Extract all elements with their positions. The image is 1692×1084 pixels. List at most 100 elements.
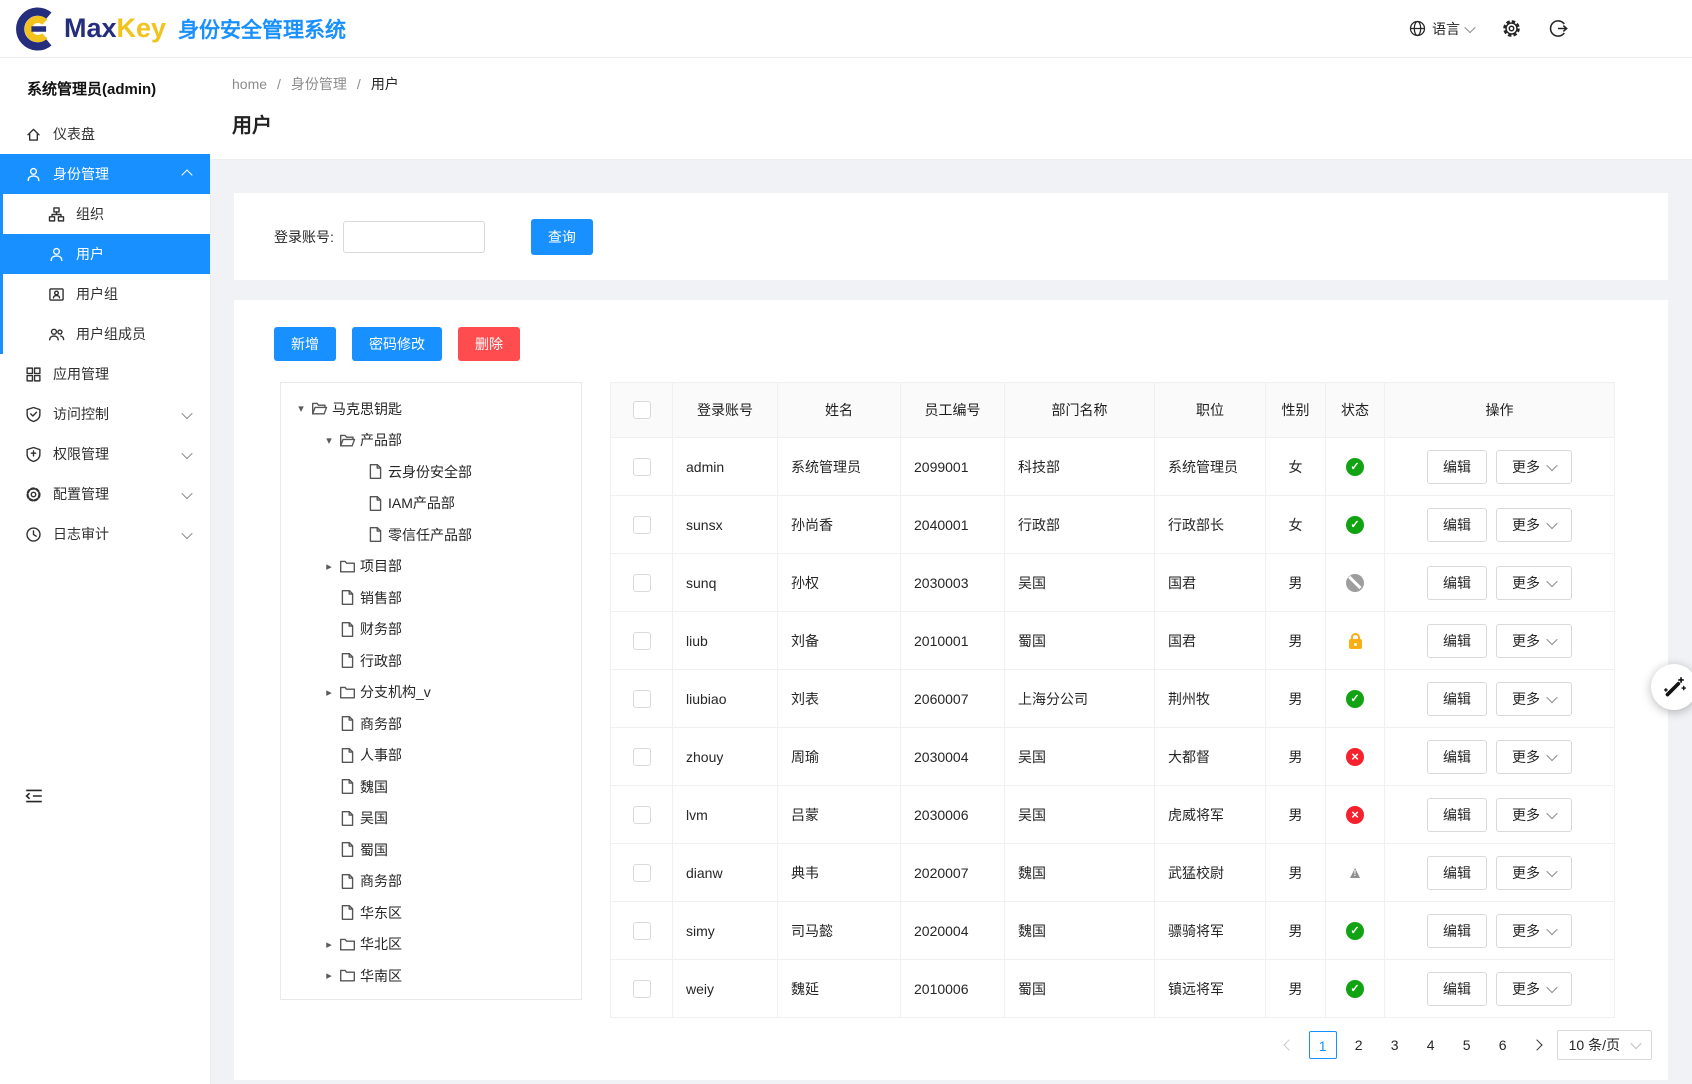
pagination-page-3[interactable]: 3 <box>1381 1031 1409 1059</box>
row-checkbox[interactable] <box>633 748 651 766</box>
edit-button[interactable]: 编辑 <box>1427 798 1487 832</box>
tree-node[interactable]: 蜀国 <box>281 834 581 866</box>
language-menu[interactable]: 语言 <box>1409 19 1474 39</box>
tree-node[interactable]: 零信任产品部 <box>281 519 581 551</box>
tree-node[interactable]: ▾ 产品部 <box>281 425 581 457</box>
row-checkbox[interactable] <box>633 632 651 650</box>
login-account-input[interactable] <box>343 221 485 253</box>
tree-node[interactable]: 魏国 <box>281 771 581 803</box>
sidebar-item-group-members[interactable]: 用户组成员 <box>3 314 210 354</box>
safety-icon <box>25 406 42 423</box>
edit-button[interactable]: 编辑 <box>1427 508 1487 542</box>
more-button[interactable]: 更多 <box>1496 972 1572 1006</box>
tree-node[interactable]: 销售部 <box>281 582 581 614</box>
pagination-prev-icon[interactable] <box>1277 1031 1301 1059</box>
edit-button[interactable]: 编辑 <box>1427 566 1487 600</box>
tree-node[interactable]: 华东区 <box>281 897 581 929</box>
tree-caret-icon[interactable]: ▸ <box>319 560 339 573</box>
tree-node[interactable]: ▸ 分支机构_v <box>281 677 581 709</box>
chevron-down-icon <box>1546 691 1557 702</box>
row-checkbox[interactable] <box>633 922 651 940</box>
sidebar-item-audit[interactable]: 日志审计 <box>0 514 210 554</box>
login-account-cell: sunq <box>673 554 778 612</box>
tree-node[interactable]: 财务部 <box>281 614 581 646</box>
tree-node[interactable]: 商务部 <box>281 866 581 898</box>
more-button[interactable]: 更多 <box>1496 914 1572 948</box>
row-checkbox[interactable] <box>633 806 651 824</box>
tree-node[interactable]: 商务部 <box>281 708 581 740</box>
edit-button[interactable]: 编辑 <box>1427 856 1487 890</box>
pagination-page-6[interactable]: 6 <box>1489 1031 1517 1059</box>
edit-button[interactable]: 编辑 <box>1427 914 1487 948</box>
edit-button[interactable]: 编辑 <box>1427 450 1487 484</box>
name-cell: 孙尚香 <box>778 496 901 554</box>
tree-caret-icon[interactable]: ▸ <box>319 969 339 982</box>
sidebar-item-permissions[interactable]: 权限管理 <box>0 434 210 474</box>
tree-node[interactable]: 云身份安全部 <box>281 456 581 488</box>
more-button[interactable]: 更多 <box>1496 450 1572 484</box>
add-button[interactable]: 新增 <box>274 327 336 361</box>
row-checkbox[interactable] <box>633 980 651 998</box>
edit-button[interactable]: 编辑 <box>1427 972 1487 1006</box>
row-checkbox[interactable] <box>633 458 651 476</box>
content-header: home/ 身份管理/ 用户 用户 <box>210 57 1692 160</box>
tree-node[interactable]: ▾ 马克思钥匙 <box>281 393 581 425</box>
row-checkbox[interactable] <box>633 516 651 534</box>
sidebar-item-dashboard[interactable]: 仪表盘 <box>0 114 210 154</box>
job-title-cell: 系统管理员 <box>1155 438 1266 496</box>
sidebar-item-organization[interactable]: 组织 <box>3 194 210 234</box>
more-button[interactable]: 更多 <box>1496 798 1572 832</box>
sidebar-item-users[interactable]: 用户 <box>3 234 210 274</box>
tree-caret-icon[interactable]: ▸ <box>319 686 339 699</box>
row-checkbox[interactable] <box>633 864 651 882</box>
more-button[interactable]: 更多 <box>1496 566 1572 600</box>
sidebar-item-apps[interactable]: 应用管理 <box>0 354 210 394</box>
tree-caret-icon[interactable]: ▾ <box>291 402 311 415</box>
employee-id-cell: 2010001 <box>901 612 1005 670</box>
pagination-page-1[interactable]: 1 <box>1309 1031 1337 1059</box>
edit-button[interactable]: 编辑 <box>1427 740 1487 774</box>
pagination-page-5[interactable]: 5 <box>1453 1031 1481 1059</box>
tree-node[interactable]: IAM产品部 <box>281 488 581 520</box>
pagination-page-2[interactable]: 2 <box>1345 1031 1373 1059</box>
delete-button[interactable]: 删除 <box>458 327 520 361</box>
tree-node[interactable]: ▸ 华北区 <box>281 929 581 961</box>
breadcrumb-home[interactable]: home <box>232 76 267 92</box>
user-list-panel: 新增 密码修改 删除 ▾ 马克思钥匙 ▾ 产品部 云身份安全部 IAM产品部 零… <box>234 300 1668 1080</box>
employee-id-cell: 2099001 <box>901 438 1005 496</box>
name-cell: 孙权 <box>778 554 901 612</box>
query-button[interactable]: 查询 <box>531 219 593 255</box>
breadcrumb-identity[interactable]: 身份管理 <box>291 74 347 94</box>
sidebar-item-configuration[interactable]: 配置管理 <box>0 474 210 514</box>
row-checkbox[interactable] <box>633 574 651 592</box>
sidebar-item-identity[interactable]: 身份管理 <box>3 154 210 194</box>
row-checkbox[interactable] <box>633 690 651 708</box>
tree-caret-icon[interactable]: ▾ <box>319 434 339 447</box>
tree-caret-icon[interactable]: ▸ <box>319 938 339 951</box>
sidebar-item-user-groups[interactable]: 用户组 <box>3 274 210 314</box>
settings-gear-icon[interactable] <box>1502 19 1521 38</box>
more-button[interactable]: 更多 <box>1496 508 1572 542</box>
tree-node[interactable]: 吴国 <box>281 803 581 835</box>
tree-node[interactable]: ▸ 项目部 <box>281 551 581 583</box>
select-all-checkbox[interactable] <box>633 401 651 419</box>
tree-node[interactable]: 人事部 <box>281 740 581 772</box>
more-button[interactable]: 更多 <box>1496 624 1572 658</box>
tree-node[interactable]: ▸ 华南区 <box>281 960 581 992</box>
sidebar-item-access-control[interactable]: 访问控制 <box>0 394 210 434</box>
edit-button[interactable]: 编辑 <box>1427 682 1487 716</box>
logout-icon[interactable] <box>1549 19 1568 38</box>
edit-button[interactable]: 编辑 <box>1427 624 1487 658</box>
tree-node[interactable]: 行政部 <box>281 645 581 677</box>
department-cell: 蜀国 <box>1005 960 1155 1018</box>
more-button[interactable]: 更多 <box>1496 682 1572 716</box>
pagination-next-icon[interactable] <box>1525 1031 1549 1059</box>
magic-wand-floating-button[interactable] <box>1651 664 1692 710</box>
more-button[interactable]: 更多 <box>1496 856 1572 890</box>
status-warning-icon: ▲! <box>1347 864 1364 881</box>
more-button[interactable]: 更多 <box>1496 740 1572 774</box>
menu-fold-icon[interactable] <box>24 786 44 806</box>
pagination-page-4[interactable]: 4 <box>1417 1031 1445 1059</box>
change-password-button[interactable]: 密码修改 <box>352 327 442 361</box>
page-size-select[interactable]: 10 条/页 <box>1557 1030 1652 1060</box>
